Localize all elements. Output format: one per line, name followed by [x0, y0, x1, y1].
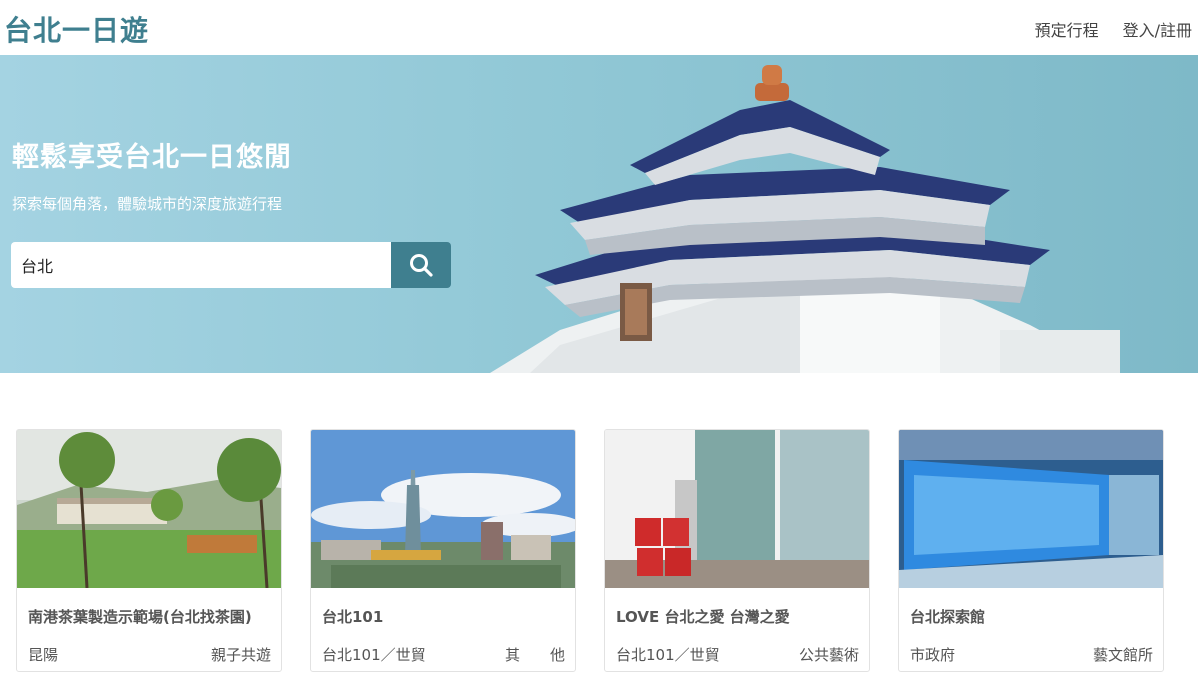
- attraction-card[interactable]: LOVE 台北之愛 台灣之愛 台北101／世貿 公共藝術: [604, 429, 870, 672]
- attraction-location: 昆陽: [28, 646, 59, 664]
- site-header: 台北一日遊 預定行程 登入/註冊: [0, 0, 1198, 56]
- search-icon: [410, 254, 433, 277]
- hero-banner: 輕鬆享受台北一日悠閒 探索每個角落，體驗城市的深度旅遊行程: [0, 55, 1198, 373]
- attraction-card[interactable]: 南港茶葉製造示範場(台北找茶園) 昆陽 親子共遊: [16, 429, 282, 672]
- attraction-category: 其 他: [504, 646, 565, 664]
- attraction-location: 市政府: [910, 646, 956, 664]
- memorial-hall-illustration: [490, 65, 1120, 373]
- attraction-photo: [17, 430, 281, 588]
- attraction-location: 台北101／世貿: [616, 646, 720, 664]
- top-nav: 預定行程 登入/註冊: [1035, 17, 1192, 41]
- attraction-title: 南港茶葉製造示範場(台北找茶園): [28, 608, 252, 626]
- attraction-title: 台北101: [322, 608, 384, 626]
- attraction-title: 台北探索館: [910, 608, 986, 626]
- nav-booking-link[interactable]: 預定行程: [1035, 17, 1099, 41]
- attraction-photo: [899, 430, 1163, 588]
- brand-logo[interactable]: 台北一日遊: [4, 9, 149, 49]
- attraction-photo: [605, 430, 869, 588]
- attraction-category: 藝文館所: [1092, 646, 1153, 664]
- hero-subtitle: 探索每個角落，體驗城市的深度旅遊行程: [12, 195, 283, 213]
- attraction-location: 台北101／世貿: [322, 646, 426, 664]
- attraction-card[interactable]: 台北探索館 市政府 藝文館所: [898, 429, 1164, 672]
- attraction-category: 公共藝術: [798, 646, 859, 664]
- attraction-photo: [311, 430, 575, 588]
- search-input[interactable]: [11, 242, 391, 288]
- search-button[interactable]: [391, 242, 451, 288]
- nav-login-link[interactable]: 登入/註冊: [1123, 17, 1192, 41]
- search-bar: [11, 242, 451, 288]
- attraction-card[interactable]: 台北101 台北101／世貿 其 他: [310, 429, 576, 672]
- attraction-title: LOVE 台北之愛 台灣之愛: [616, 608, 790, 626]
- attraction-list: 南港茶葉製造示範場(台北找茶園) 昆陽 親子共遊 台北101 台北101／世貿 …: [16, 429, 1166, 672]
- hero-title: 輕鬆享受台北一日悠閒: [12, 142, 292, 173]
- attraction-category: 親子共遊: [210, 646, 271, 664]
